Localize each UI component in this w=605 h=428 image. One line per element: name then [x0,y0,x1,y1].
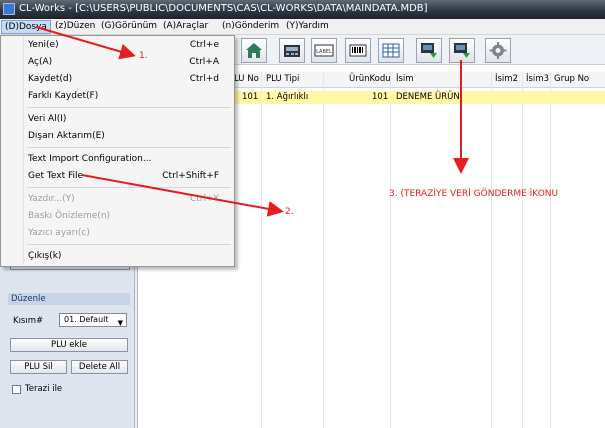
annotation-label-1: 1. [139,51,148,61]
annotation-label-2: 2. [285,207,294,217]
annotation-arrow-1 [35,26,136,60]
annotation-arrow-2 [81,174,284,217]
annotation-label-3: 3. (TERAZİYE VERİ GÖNDERME İKONU [389,189,559,199]
annotation-overlay [35,26,469,217]
